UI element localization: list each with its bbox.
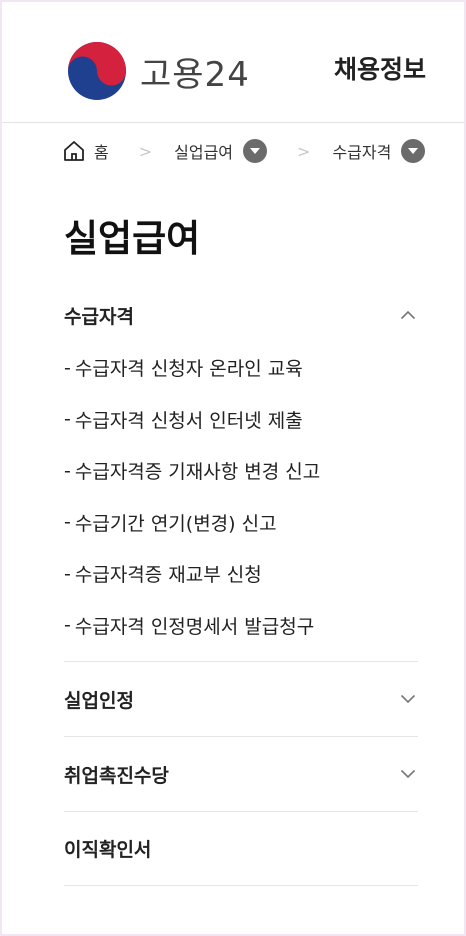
chevron-right-icon: > xyxy=(297,141,311,161)
submenu-item[interactable]: - 수급기간 연기(변경) 신고 xyxy=(64,497,418,549)
breadcrumb-item-unemployment[interactable]: 실업급여 xyxy=(174,139,268,163)
submenu-item[interactable]: - 수급자격증 재교부 신청 xyxy=(64,548,418,600)
dropdown-caret-icon[interactable] xyxy=(243,139,268,163)
accordion-header-label: 이직확인서 xyxy=(64,839,152,861)
chevron-right-icon: > xyxy=(138,141,153,161)
logo-text: 고용24 xyxy=(140,54,250,95)
site-logo[interactable]: 고용24 xyxy=(66,40,250,102)
chevron-down-icon[interactable] xyxy=(398,764,418,784)
submenu-item-label: 수급자격 인정명세서 발급청구 xyxy=(74,615,315,638)
submenu-item[interactable]: - 수급자격 신청서 인터넷 제출 xyxy=(64,394,418,446)
accordion-header-eligibility[interactable]: 수급자격 xyxy=(64,288,418,342)
taegeuk-logo-icon xyxy=(68,42,126,100)
home-icon xyxy=(64,141,84,161)
side-menu-accordion: 수급자격 - 수급자격 신청자 온라인 교육 - 수급자격 신청서 인터넷 제출 -… xyxy=(64,288,418,886)
chevron-down-icon[interactable] xyxy=(398,689,418,709)
breadcrumb: 홈 > 실업급여 > 수급자격 xyxy=(62,136,426,166)
breadcrumb-item-label: 수급자격 xyxy=(332,143,392,162)
dropdown-caret-icon[interactable] xyxy=(401,139,426,163)
page-title: 실업급여 xyxy=(64,217,201,260)
accordion-header-label: 취업촉진수당 xyxy=(64,764,169,787)
accordion-header-separation-certificate[interactable]: 이직확인서 xyxy=(64,811,418,886)
accordion-header-label: 실업인정 xyxy=(64,689,134,712)
accordion-header-unemployment-recognition[interactable]: 실업인정 xyxy=(64,661,418,736)
submenu-item[interactable]: - 수급자격증 기재사항 변경 신고 xyxy=(64,445,418,497)
submenu-item-label: 수급자격 신청서 인터넷 제출 xyxy=(74,409,303,432)
submenu-item[interactable]: - 수급자격 신청자 온라인 교육 xyxy=(64,342,418,394)
breadcrumb-home-label: 홈 xyxy=(94,143,109,162)
submenu-item-label: 수급자격 신청자 온라인 교육 xyxy=(74,358,303,381)
submenu-item[interactable]: - 수급자격 인정명세서 발급청구 xyxy=(64,600,418,652)
site-header: 고용24 채용정보 xyxy=(2,2,464,123)
header-menu-jobs[interactable]: 채용정보 xyxy=(334,50,426,86)
chevron-up-icon[interactable] xyxy=(398,305,418,325)
breadcrumb-item-eligibility[interactable]: 수급자격 xyxy=(332,139,426,163)
accordion-header-reemployment-allowance[interactable]: 취업촉진수당 xyxy=(64,736,418,811)
submenu-item-label: 수급기간 연기(변경) 신고 xyxy=(74,512,277,535)
submenu-item-label: 수급자격증 기재사항 변경 신고 xyxy=(74,461,321,484)
accordion-submenu: - 수급자격 신청자 온라인 교육 - 수급자격 신청서 인터넷 제출 - 수급자격증… xyxy=(64,342,418,661)
submenu-item-label: 수급자격증 재교부 신청 xyxy=(74,564,262,587)
breadcrumb-item-label: 실업급여 xyxy=(174,143,234,162)
breadcrumb-home[interactable]: 홈 xyxy=(62,139,109,163)
accordion-header-label: 수급자격 xyxy=(64,305,134,328)
